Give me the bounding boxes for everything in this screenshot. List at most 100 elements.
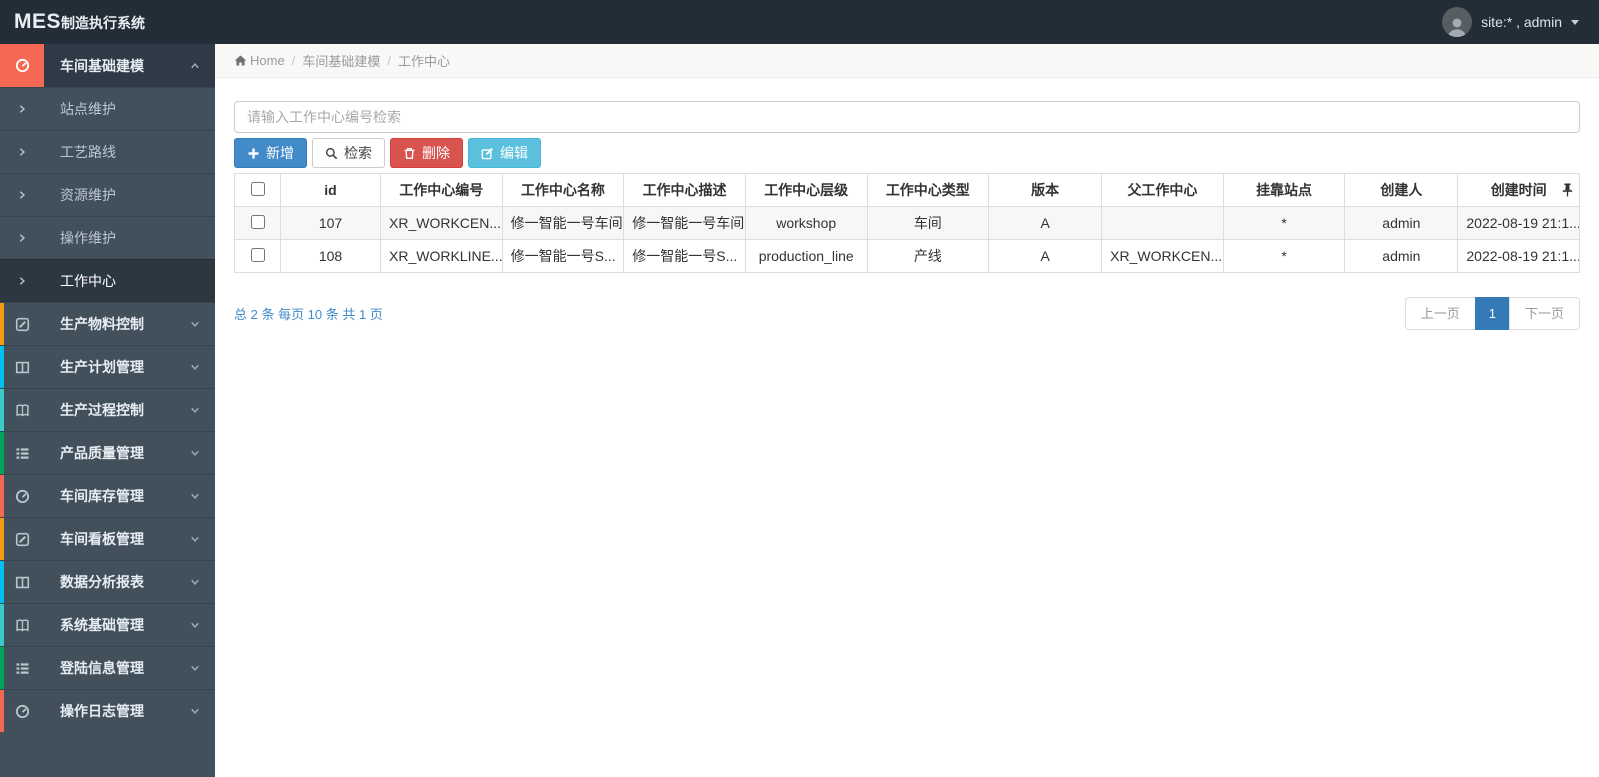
sidebar-item-label: 站点维护 [60, 101, 116, 117]
user-menu[interactable]: site:* , admin [1442, 7, 1599, 37]
column-header-parent[interactable]: 父工作中心 [1101, 173, 1224, 207]
sidebar-item-data-analysis[interactable]: 数据分析报表 [0, 560, 215, 603]
column-header-level[interactable]: 工作中心层级 [744, 173, 868, 207]
sidebar-item-operation-log[interactable]: 操作日志管理 [0, 689, 215, 732]
trash-icon [403, 147, 416, 160]
sidebar-item-workshop-modeling[interactable]: 车间基础建模 [0, 44, 215, 87]
cell-creator: admin [1344, 239, 1459, 273]
row-checkbox[interactable] [250, 214, 265, 229]
stripe-red [0, 475, 4, 517]
sidebar-item-site-maintenance[interactable]: 站点维护 [0, 87, 215, 130]
breadcrumb-separator: / [291, 53, 296, 68]
next-page-button[interactable]: 下一页 [1508, 297, 1580, 330]
stripe-yellow [0, 518, 4, 560]
column-header-name[interactable]: 工作中心名称 [501, 173, 625, 207]
search-button[interactable]: 检索 [312, 138, 385, 168]
chevron-down-icon [189, 619, 201, 631]
edit-button-label: 编辑 [500, 145, 528, 161]
cell-description: 修一智能一号S... [623, 239, 746, 273]
cell-creator: admin [1344, 206, 1459, 240]
chevron-up-icon [189, 60, 201, 72]
chevron-right-icon [0, 131, 44, 173]
plus-icon [247, 147, 260, 160]
cell-id: 107 [280, 206, 381, 240]
table-row[interactable]: 107 XR_WORKCEN... 修一智能一号车间 修一智能一号车间 work… [234, 206, 1580, 240]
pencil-square-icon [0, 303, 44, 345]
cell-level: workshop [744, 206, 868, 240]
breadcrumb-home[interactable]: Home [234, 53, 285, 68]
sidebar-item-label: 生产过程控制 [60, 402, 144, 418]
toolbar: 新增 检索 删除 编辑 [234, 138, 1580, 168]
sidebar-item-process-route[interactable]: 工艺路线 [0, 130, 215, 173]
book-icon [0, 389, 44, 431]
sidebar-item-label: 工艺路线 [60, 144, 116, 160]
delete-button-label: 删除 [422, 145, 450, 161]
columns-icon [0, 561, 44, 603]
cell-version: A [988, 239, 1103, 273]
sidebar-item-label: 系统基础管理 [60, 617, 144, 633]
sidebar-item-label: 操作日志管理 [60, 703, 144, 719]
chevron-down-icon [189, 662, 201, 674]
list-icon [0, 432, 44, 474]
chevron-right-icon [0, 174, 44, 216]
column-header-type[interactable]: 工作中心类型 [866, 173, 990, 207]
sidebar-item-work-center[interactable]: 工作中心 [0, 259, 215, 302]
column-header-description[interactable]: 工作中心描述 [623, 173, 746, 207]
column-header-id[interactable]: id [280, 173, 381, 207]
breadcrumb: Home / 车间基础建模 / 工作中心 [215, 44, 1599, 78]
add-button[interactable]: 新增 [234, 138, 307, 168]
list-icon [0, 647, 44, 689]
stripe-teal [0, 604, 4, 646]
sidebar-item-inventory-management[interactable]: 车间库存管理 [0, 474, 215, 517]
column-header-version[interactable]: 版本 [988, 173, 1103, 207]
cell-code: XR_WORKCEN... [380, 206, 503, 240]
edit-button[interactable]: 编辑 [468, 138, 541, 168]
column-header-created-time[interactable]: 创建时间 [1457, 173, 1580, 207]
breadcrumb-item-current: 工作中心 [397, 54, 450, 69]
row-checkbox[interactable] [250, 247, 265, 262]
column-header-station[interactable]: 挂靠站点 [1222, 173, 1346, 207]
column-header-code[interactable]: 工作中心编号 [380, 173, 503, 207]
row-select-cell [234, 206, 281, 240]
search-input[interactable] [234, 101, 1580, 133]
sidebar-item-label: 操作维护 [60, 230, 116, 246]
stripe-green [0, 432, 4, 474]
sidebar-item-kanban-management[interactable]: 车间看板管理 [0, 517, 215, 560]
pin-icon[interactable] [1562, 183, 1573, 197]
cell-station: * [1222, 206, 1346, 240]
gauge-icon [0, 690, 44, 732]
sidebar: 车间基础建模 站点维护 工艺路线 资源维护 操作维护 工作中心 生产物料控制 生… [0, 44, 215, 777]
sidebar-item-material-control[interactable]: 生产物料控制 [0, 302, 215, 345]
edit-icon [481, 147, 494, 160]
cell-parent: XR_WORKCEN... [1101, 239, 1224, 273]
sidebar-item-login-info[interactable]: 登陆信息管理 [0, 646, 215, 689]
chevron-down-icon [189, 576, 201, 588]
select-all-cell [234, 173, 281, 207]
sidebar-item-process-control[interactable]: 生产过程控制 [0, 388, 215, 431]
sidebar-item-system-management[interactable]: 系统基础管理 [0, 603, 215, 646]
cell-type: 车间 [866, 206, 990, 240]
user-icon [1446, 15, 1468, 37]
table-row[interactable]: 108 XR_WORKLINE... 修一智能一号S... 修一智能一号S...… [234, 239, 1580, 273]
pagination-bar: 总 2 条 每页 10 条 共 1 页 上一页 1 下一页 [234, 297, 1580, 330]
sidebar-item-label: 车间基础建模 [60, 57, 144, 74]
page-1-button[interactable]: 1 [1474, 297, 1510, 330]
sidebar-item-resource-maintenance[interactable]: 资源维护 [0, 173, 215, 216]
chevron-down-icon [189, 705, 201, 717]
home-icon [234, 54, 247, 67]
stripe-teal [0, 389, 4, 431]
prev-page-button[interactable]: 上一页 [1404, 297, 1476, 330]
sidebar-item-quality-management[interactable]: 产品质量管理 [0, 431, 215, 474]
breadcrumb-item: 车间基础建模 [302, 54, 381, 69]
sidebar-item-operation-maintenance[interactable]: 操作维护 [0, 216, 215, 259]
column-header-creator[interactable]: 创建人 [1344, 173, 1459, 207]
cell-station: * [1222, 239, 1346, 273]
app-logo: MES制造执行系统 [0, 10, 215, 34]
sidebar-item-label: 生产物料控制 [60, 316, 144, 332]
work-center-table: id 工作中心编号 工作中心名称 工作中心描述 工作中心层级 工作中心类型 版本… [234, 173, 1580, 273]
sidebar-item-plan-management[interactable]: 生产计划管理 [0, 345, 215, 388]
delete-button[interactable]: 删除 [390, 138, 463, 168]
chevron-right-icon [0, 260, 44, 302]
row-select-cell [234, 239, 281, 273]
select-all-checkbox[interactable] [250, 181, 265, 196]
